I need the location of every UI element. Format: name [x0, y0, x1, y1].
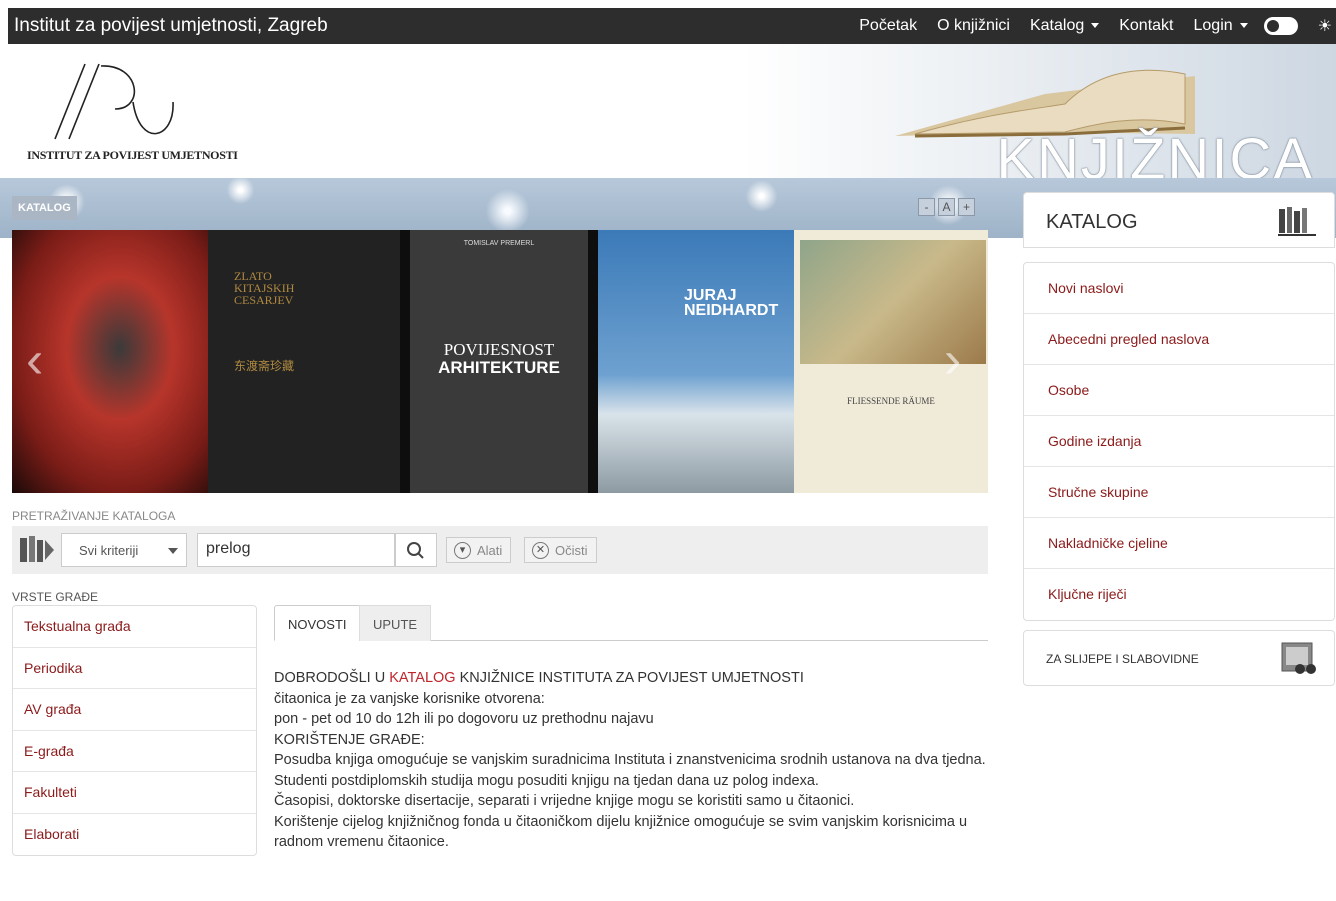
sidebar-item-strucne-skupine[interactable]: Stručne skupine	[1024, 467, 1334, 518]
accessibility-label: ZA SLIJEPE I SLABOVIDNE	[1046, 652, 1199, 666]
news-content: DOBRODOŠLI U KATALOG KNJIŽNICE INSTITUTA…	[274, 668, 988, 853]
criteria-select[interactable]: Svi kriteriji	[61, 533, 187, 567]
news-line: Časopisi, doktorske disertacije, separat…	[274, 793, 855, 809]
news-headline: DOBRODOŠLI U KATALOG KNJIŽNICE INSTITUTA…	[274, 668, 988, 689]
list-item[interactable]: Periodika	[13, 648, 256, 689]
font-increase-button[interactable]: +	[958, 198, 975, 216]
news-line: Studenti postdiplomskih studija mogu pos…	[274, 772, 819, 789]
carousel-item[interactable]: ZLATO KITAJSKIH CESARJEV 东渡斋珍藏	[208, 230, 400, 493]
carousel-prev-icon[interactable]: ‹	[26, 330, 43, 390]
ipu-logo	[54, 63, 174, 140]
list-item[interactable]: Fakulteti	[13, 772, 256, 814]
tab-upute[interactable]: UPUTE	[359, 605, 432, 641]
book-title: JURAJ NEIDHARDT	[684, 287, 779, 319]
book-subtitle: 东渡斋珍藏	[234, 359, 295, 373]
list-item[interactable]: Tekstualna građa	[13, 606, 256, 648]
clear-button[interactable]: ✕ Očisti	[524, 537, 597, 563]
news-line: pon - pet od 10 do 12h ili po dogovoru u…	[274, 711, 654, 727]
news-line: KORIŠTENJE GRAĐE:	[274, 731, 425, 748]
search-label: PRETRAŽIVANJE KATALOGA	[12, 509, 176, 523]
sidebar-item-nakladnicke-cjeline[interactable]: Nakladničke cjeline	[1024, 518, 1334, 569]
search-input[interactable]: prelog	[197, 533, 395, 567]
sidebar-item-osobe[interactable]: Osobe	[1024, 365, 1334, 416]
section-tag: KATALOG	[12, 196, 77, 220]
headline-text: DOBRODOŠLI U	[274, 670, 390, 686]
nav-login-dropdown[interactable]: Login	[1194, 17, 1248, 35]
nav-katalog-label: Katalog	[1029, 17, 1085, 34]
tab-novosti[interactable]: NOVOSTI	[274, 605, 361, 641]
font-decrease-button[interactable]: -	[918, 198, 935, 216]
header-banner: INSTITUT ZA POVIJEST UMJETNOSTI KNJIŽNIC…	[15, 44, 1336, 178]
clear-icon: ✕	[532, 542, 549, 559]
news-tabs: NOVOSTI UPUTE	[274, 605, 988, 641]
chevron-down-icon	[1091, 23, 1100, 29]
carousel-item[interactable]: JURAJ NEIDHARDT	[598, 230, 794, 493]
list-item[interactable]: Elaborati	[13, 814, 256, 856]
sidebar-title: KATALOG	[1046, 211, 1138, 233]
search-button[interactable]	[395, 533, 437, 567]
headline-text: KNJIŽNICE INSTITUTA ZA POVIJEST UMJETNOS…	[455, 670, 804, 686]
accessibility-link[interactable]: ZA SLIJEPE I SLABOVIDNE	[1023, 630, 1335, 686]
catalog-menu: Novi naslovi Abecedni pregled naslova Os…	[1023, 262, 1335, 621]
clear-label: Očisti	[555, 543, 588, 558]
news-line: Posudba knjiga omogućuje se vanjskim sur…	[274, 752, 986, 768]
nav-pocetak[interactable]: Početak	[859, 17, 917, 35]
nav-katalog-dropdown[interactable]: Katalog	[1029, 17, 1100, 35]
banner-title: KNJIŽNICA	[996, 127, 1314, 178]
book-title: FLIESSENDE RÄUME	[847, 396, 935, 406]
list-item[interactable]: E-građa	[13, 731, 256, 772]
chevron-down-icon	[168, 548, 178, 554]
carousel-item[interactable]: TOMISLAV PREMERL POVIJESNOST ARHITEKTURE	[410, 230, 588, 493]
sidebar-item-abecedni-pregled[interactable]: Abecedni pregled naslova	[1024, 314, 1334, 365]
search-bar: Svi kriteriji prelog ▾ Alati ✕ Očisti	[12, 526, 988, 574]
sidebar-item-godine-izdanja[interactable]: Godine izdanja	[1024, 416, 1334, 467]
logo-text: INSTITUT ZA POVIJEST UMJETNOSTI	[27, 148, 238, 162]
theme-toggle[interactable]	[1263, 17, 1298, 35]
news-line: čitaonica je za vanjske korisnike otvore…	[274, 690, 545, 707]
book-carousel: ZLATO KITAJSKIH CESARJEV 东渡斋珍藏 TOMISLAV …	[12, 230, 988, 493]
accessibility-icon	[1281, 642, 1316, 674]
vrste-label: VRSTE GRAĐE	[12, 590, 99, 604]
catalog-link[interactable]: KATALOG	[389, 670, 455, 686]
font-reset-button[interactable]: A	[938, 198, 955, 216]
search-icon	[407, 542, 424, 559]
book-title: ARHITEKTURE	[438, 358, 560, 377]
carousel-next-icon[interactable]: ›	[944, 330, 961, 390]
chevron-down-icon	[1239, 23, 1248, 29]
sun-icon: ☀	[1317, 18, 1332, 35]
book-title: ZLATO KITAJSKIH CESARJEV	[234, 269, 295, 307]
sidebar-item-kljucne-rijeci[interactable]: Ključne riječi	[1024, 569, 1334, 620]
tools-label: Alati	[477, 543, 503, 558]
chevron-circle-icon: ▾	[454, 542, 471, 559]
bookshelf-icon	[1278, 207, 1316, 236]
site-brand[interactable]: Institut za povijest umjetnosti, Zagreb	[8, 15, 839, 37]
news-line: Korištenje cijelog knjižničnog fonda u č…	[274, 813, 968, 851]
list-item[interactable]: AV građa	[13, 689, 256, 731]
sidebar-header: KATALOG	[1023, 192, 1335, 248]
sidebar-item-novi-naslovi[interactable]: Novi naslovi	[1024, 263, 1334, 314]
nav-o-knjiznici[interactable]: O knjižnici	[937, 17, 1010, 35]
material-type-list: Tekstualna građa Periodika AV građa E-gr…	[12, 605, 257, 856]
book-title: POVIJESNOST	[443, 340, 555, 359]
book-author: TOMISLAV PREMERL	[463, 240, 535, 247]
font-size-controls: - A +	[918, 198, 975, 216]
books-icon	[20, 536, 54, 562]
criteria-value: Svi kriteriji	[79, 543, 139, 558]
tools-button[interactable]: ▾ Alati	[446, 537, 512, 563]
top-navbar: Institut za povijest umjetnosti, Zagreb …	[8, 8, 1336, 44]
nav-kontakt[interactable]: Kontakt	[1119, 17, 1173, 35]
nav-login-label: Login	[1193, 17, 1233, 34]
